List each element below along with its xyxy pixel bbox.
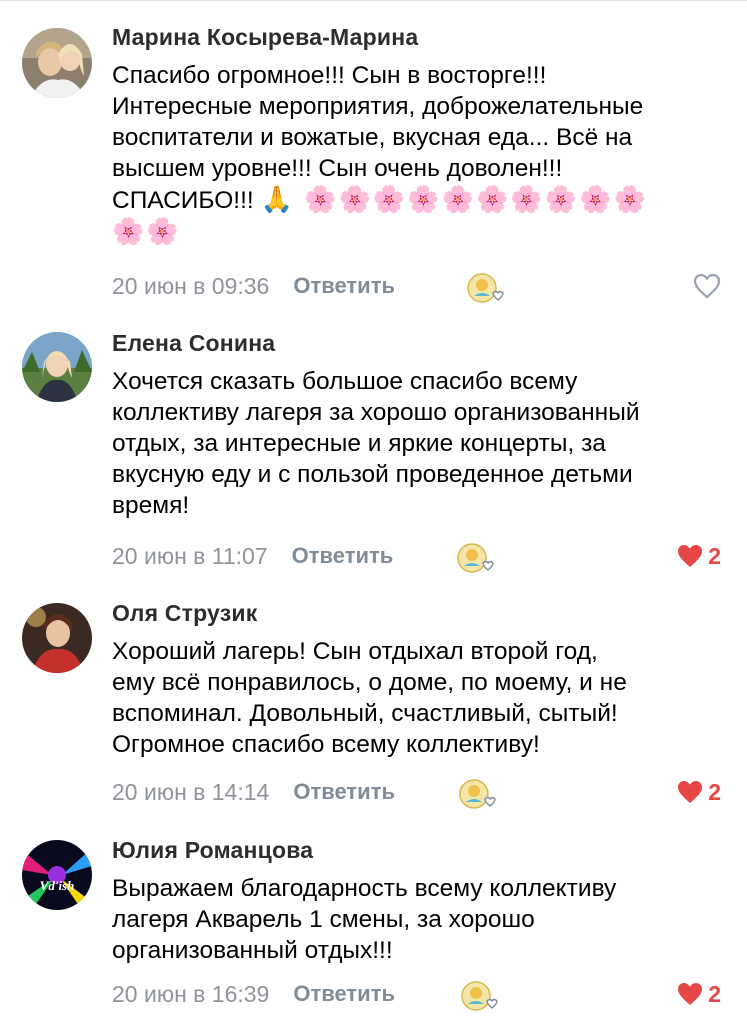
avatar-text: Vd'ish	[40, 878, 75, 893]
reply-button[interactable]: Ответить	[293, 779, 395, 805]
avatar[interactable]: Vd'ish	[22, 840, 92, 910]
like-button[interactable]: 2	[676, 540, 721, 572]
heart-filled-icon	[678, 781, 703, 803]
reaction-sticker-icon[interactable]	[456, 542, 496, 574]
avatar[interactable]	[22, 603, 92, 673]
comment-text: Спасибо огромное!!! Сын в восторге!!! Ин…	[112, 60, 722, 248]
reaction-sticker-icon[interactable]	[460, 980, 500, 1012]
comment-meta: 20 июн в 14:14 Ответить	[112, 776, 395, 808]
reaction-sticker-icon[interactable]	[466, 272, 506, 304]
heart-filled-icon	[678, 545, 703, 567]
comment-author[interactable]: Марина Косырева-Марина	[112, 24, 418, 51]
comment-date: 20 июн в 09:36	[112, 272, 270, 299]
heart-filled-icon	[678, 983, 703, 1005]
comment-text: Хочется сказать большое спасибо всему ко…	[112, 368, 640, 519]
comment-text: Хороший лагерь! Сын отдыхал второй год, …	[112, 638, 627, 758]
like-count: 2	[708, 778, 721, 805]
comment-date: 20 июн в 16:39	[112, 980, 270, 1007]
reply-button[interactable]: Ответить	[293, 981, 395, 1007]
reaction-sticker-icon[interactable]	[458, 778, 498, 810]
heart-outline-icon	[693, 273, 721, 299]
emoji-row: 🌸🌸	[112, 216, 181, 246]
like-button[interactable]	[693, 270, 721, 302]
comment-text: Выражаем благодарность всему коллективу …	[112, 875, 617, 964]
emoji-row: 🙏 🌸🌸🌸🌸🌸🌸🌸🌸🌸🌸	[260, 184, 648, 214]
comment-date: 20 июн в 11:07	[112, 542, 268, 569]
comment-meta: 20 июн в 11:07 Ответить	[112, 540, 393, 572]
reply-button[interactable]: Ответить	[293, 273, 395, 299]
avatar[interactable]	[22, 332, 92, 402]
comment-author[interactable]: Елена Сонина	[112, 330, 275, 357]
top-divider	[0, 0, 747, 1]
like-button[interactable]: 2	[676, 776, 721, 808]
comment-meta: 20 июн в 09:36 Ответить	[112, 270, 395, 302]
comment-author[interactable]: Юлия Романцова	[112, 837, 313, 864]
like-count: 2	[708, 980, 721, 1007]
reply-button[interactable]: Ответить	[292, 543, 394, 569]
like-count: 2	[708, 542, 721, 569]
like-button[interactable]: 2	[676, 978, 721, 1010]
comment-author[interactable]: Оля Струзик	[112, 600, 257, 627]
comment-meta: 20 июн в 16:39 Ответить	[112, 978, 395, 1010]
comment-date: 20 июн в 14:14	[112, 778, 270, 805]
avatar[interactable]	[22, 28, 92, 98]
